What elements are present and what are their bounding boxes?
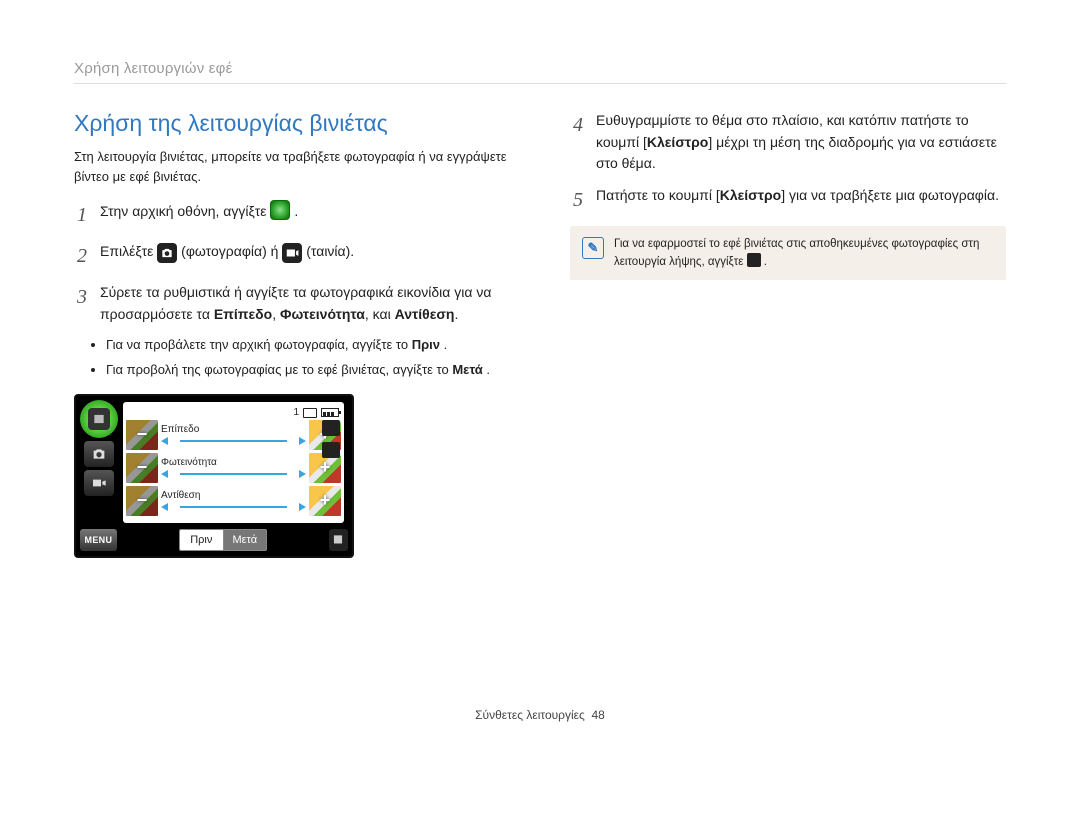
- slider-arrows-icon[interactable]: [161, 470, 306, 478]
- slider-arrows-icon[interactable]: [161, 503, 306, 511]
- page-header: Χρήση λειτουργιών εφέ: [74, 60, 1006, 77]
- thumb-plus-icon[interactable]: +: [309, 486, 341, 516]
- text-bold: Επίπεδο: [214, 306, 272, 322]
- text: ] για να τραβήξετε μια φωτογραφία.: [781, 187, 999, 203]
- video-icon: [282, 243, 302, 263]
- thumb-minus-icon[interactable]: −: [126, 453, 158, 483]
- slider-arrows-icon[interactable]: [161, 437, 306, 445]
- device-top: 1 − Επίπεδο +: [76, 396, 352, 525]
- step-number: 2: [74, 241, 90, 272]
- step-2: 2 Επιλέξτε (φωτογραφία) ή (ταινία).: [74, 241, 510, 272]
- slider-row-brightness: − Φωτεινότητα +: [126, 453, 341, 483]
- memory-card-icon: [303, 408, 317, 418]
- text-bold: Κλείστρο: [647, 134, 708, 150]
- bullet-list: Για να προβάλετε την αρχική φωτογραφία, …: [74, 335, 510, 379]
- device-left-icons: [80, 400, 118, 496]
- text: Για να προβάλετε την αρχική φωτογραφία, …: [106, 337, 412, 352]
- text-bold: Μετά: [452, 362, 482, 377]
- text: Επιλέξτε: [100, 243, 157, 259]
- text: Επίπεδο: [161, 424, 306, 435]
- step-number: 4: [570, 110, 586, 141]
- text: (ταινία).: [306, 243, 354, 259]
- footer-label: Σύνθετες λειτουργίες: [475, 708, 585, 722]
- content-columns: Χρήση της λειτουργίας βινιέτας Στη λειτο…: [74, 110, 1006, 558]
- step-number: 3: [74, 282, 90, 313]
- text: .: [764, 256, 767, 268]
- camera-icon: [157, 243, 177, 263]
- header-divider: [74, 83, 1006, 84]
- text: ,: [272, 306, 280, 322]
- slider-row-contrast: − Αντίθεση +: [126, 486, 341, 516]
- photo-mode-button[interactable]: [84, 441, 114, 467]
- text: , και: [365, 306, 395, 322]
- step-3: 3 Σύρετε τα ρυθμιστικά ή αγγίξτε τα φωτο…: [74, 282, 510, 325]
- step-4: 4 Ευθυγραμμίστε το θέμα στο πλαίσιο, και…: [570, 110, 1006, 175]
- page-number: 48: [591, 708, 604, 722]
- flash-icon[interactable]: [322, 442, 340, 458]
- list-item: Για προβολή της φωτογραφίας με το εφέ βι…: [106, 360, 510, 380]
- note-icon: ✎: [582, 237, 604, 259]
- text: Για να εφαρμοστεί το εφέ βινιέτας στις α…: [614, 238, 979, 268]
- section-title: Χρήση της λειτουργίας βινιέτας: [74, 110, 510, 137]
- text: .: [294, 203, 298, 219]
- step-text: Επιλέξτε (φωτογραφία) ή (ταινία).: [100, 241, 510, 263]
- thumb-minus-icon[interactable]: −: [126, 486, 158, 516]
- slider-label: Επίπεδο: [161, 424, 306, 445]
- device-body: 1 − Επίπεδο +: [123, 402, 344, 523]
- text: Πατήστε το κουμπί [: [596, 187, 720, 203]
- step-5: 5 Πατήστε το κουμπί [Κλείστρο] για να τρ…: [570, 185, 1006, 216]
- device-bottom-bar: MENU Πριν Μετά: [76, 525, 352, 556]
- text-bold: Κλείστρο: [720, 187, 781, 203]
- text-bold: Φωτεινότητα: [280, 306, 365, 322]
- right-column: 4 Ευθυγραμμίστε το θέμα στο πλαίσιο, και…: [570, 110, 1006, 558]
- menu-button[interactable]: MENU: [80, 529, 117, 551]
- tab-after[interactable]: Μετά: [223, 529, 267, 551]
- slider-label: Αντίθεση: [161, 490, 306, 511]
- step-text: Σύρετε τα ρυθμιστικά ή αγγίξτε τα φωτογρ…: [100, 282, 510, 325]
- step-text: Στην αρχική οθόνη, αγγίξτε .: [100, 200, 510, 223]
- text: Φωτεινότητα: [161, 457, 306, 468]
- left-column: Χρήση της λειτουργίας βινιέτας Στη λειτο…: [74, 110, 510, 558]
- text: (φωτογραφία) ή: [181, 243, 282, 259]
- video-mode-button[interactable]: [84, 470, 114, 496]
- intro-text: Στη λειτουργία βινιέτας, μπορείτε να τρα…: [74, 147, 510, 186]
- text: Στην αρχική οθόνη, αγγίξτε: [100, 203, 270, 219]
- vignette-mode-icon: [270, 200, 290, 220]
- thumb-minus-icon[interactable]: −: [126, 420, 158, 450]
- step-1: 1 Στην αρχική οθόνη, αγγίξτε .: [74, 200, 510, 231]
- tab-before[interactable]: Πριν: [179, 529, 223, 551]
- display-icon[interactable]: [322, 420, 340, 436]
- step-text: Ευθυγραμμίστε το θέμα στο πλαίσιο, και κ…: [596, 110, 1006, 175]
- slider-label: Φωτεινότητα: [161, 457, 306, 478]
- device-preview: 1 − Επίπεδο +: [74, 394, 354, 558]
- before-after-tabs: Πριν Μετά: [179, 529, 267, 551]
- text: Για προβολή της φωτογραφίας με το εφέ βι…: [106, 362, 452, 377]
- device-right-icons: [322, 420, 340, 458]
- list-item: Για να προβάλετε την αρχική φωτογραφία, …: [106, 335, 510, 355]
- playback-button[interactable]: [329, 529, 348, 551]
- status-bar: 1: [126, 406, 341, 420]
- text: .: [444, 337, 448, 352]
- slider-row-level: − Επίπεδο +: [126, 420, 341, 450]
- text-bold: Πριν: [412, 337, 440, 352]
- battery-icon: [321, 408, 339, 417]
- text: .: [454, 306, 458, 322]
- vignette-mode-icon[interactable]: [80, 400, 118, 438]
- step-number: 1: [74, 200, 90, 231]
- shot-count: 1: [293, 407, 299, 418]
- page-footer: Σύνθετες λειτουργίες 48: [74, 708, 1006, 722]
- note-box: ✎ Για να εφαρμοστεί το εφέ βινιέτας στις…: [570, 226, 1006, 280]
- step-number: 5: [570, 185, 586, 216]
- text: Αντίθεση: [161, 490, 306, 501]
- step-text: Πατήστε το κουμπί [Κλείστρο] για να τραβ…: [596, 185, 1006, 207]
- page: Χρήση λειτουργιών εφέ Χρήση της λειτουργ…: [0, 0, 1080, 752]
- text-bold: Αντίθεση: [395, 306, 455, 322]
- note-text: Για να εφαρμοστεί το εφέ βινιέτας στις α…: [614, 236, 994, 270]
- text: .: [486, 362, 490, 377]
- edit-icon: [747, 253, 761, 267]
